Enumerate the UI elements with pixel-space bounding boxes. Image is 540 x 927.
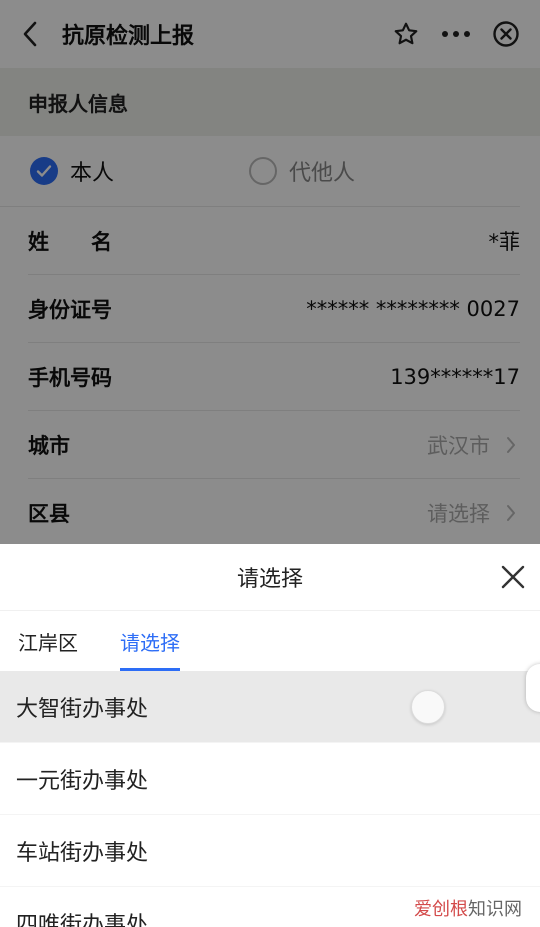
- picker-tabs: 江岸区 请选择: [0, 611, 540, 671]
- option-label: 四唯街办事处: [16, 912, 149, 927]
- tab-label: 江岸区: [18, 630, 78, 655]
- floating-edge-handle[interactable]: [526, 664, 540, 712]
- watermark-suffix: 知识网: [468, 899, 522, 920]
- option-label: 大智街办事处: [16, 696, 149, 722]
- list-item[interactable]: 大智街办事处: [0, 671, 540, 743]
- option-label: 一元街办事处: [16, 768, 149, 794]
- tab-street[interactable]: 请选择: [120, 611, 180, 671]
- close-icon[interactable]: [498, 562, 528, 592]
- watermark: 爱创根知识网: [414, 895, 522, 921]
- option-label: 车站街办事处: [16, 840, 149, 866]
- picker-title: 请选择: [236, 567, 303, 592]
- list-item[interactable]: 一元街办事处: [0, 743, 540, 815]
- tab-label: 请选择: [120, 630, 180, 655]
- list-item[interactable]: 车站街办事处: [0, 815, 540, 887]
- tab-district[interactable]: 江岸区: [18, 611, 78, 671]
- watermark-brand: 爱创根: [414, 899, 468, 920]
- touch-indicator: [411, 690, 445, 724]
- district-picker-sheet: 请选择 江岸区 请选择 大智街办事处 一元街办事处 车站街办事处 四唯街办事处: [0, 544, 540, 927]
- picker-header: 请选择: [0, 544, 540, 611]
